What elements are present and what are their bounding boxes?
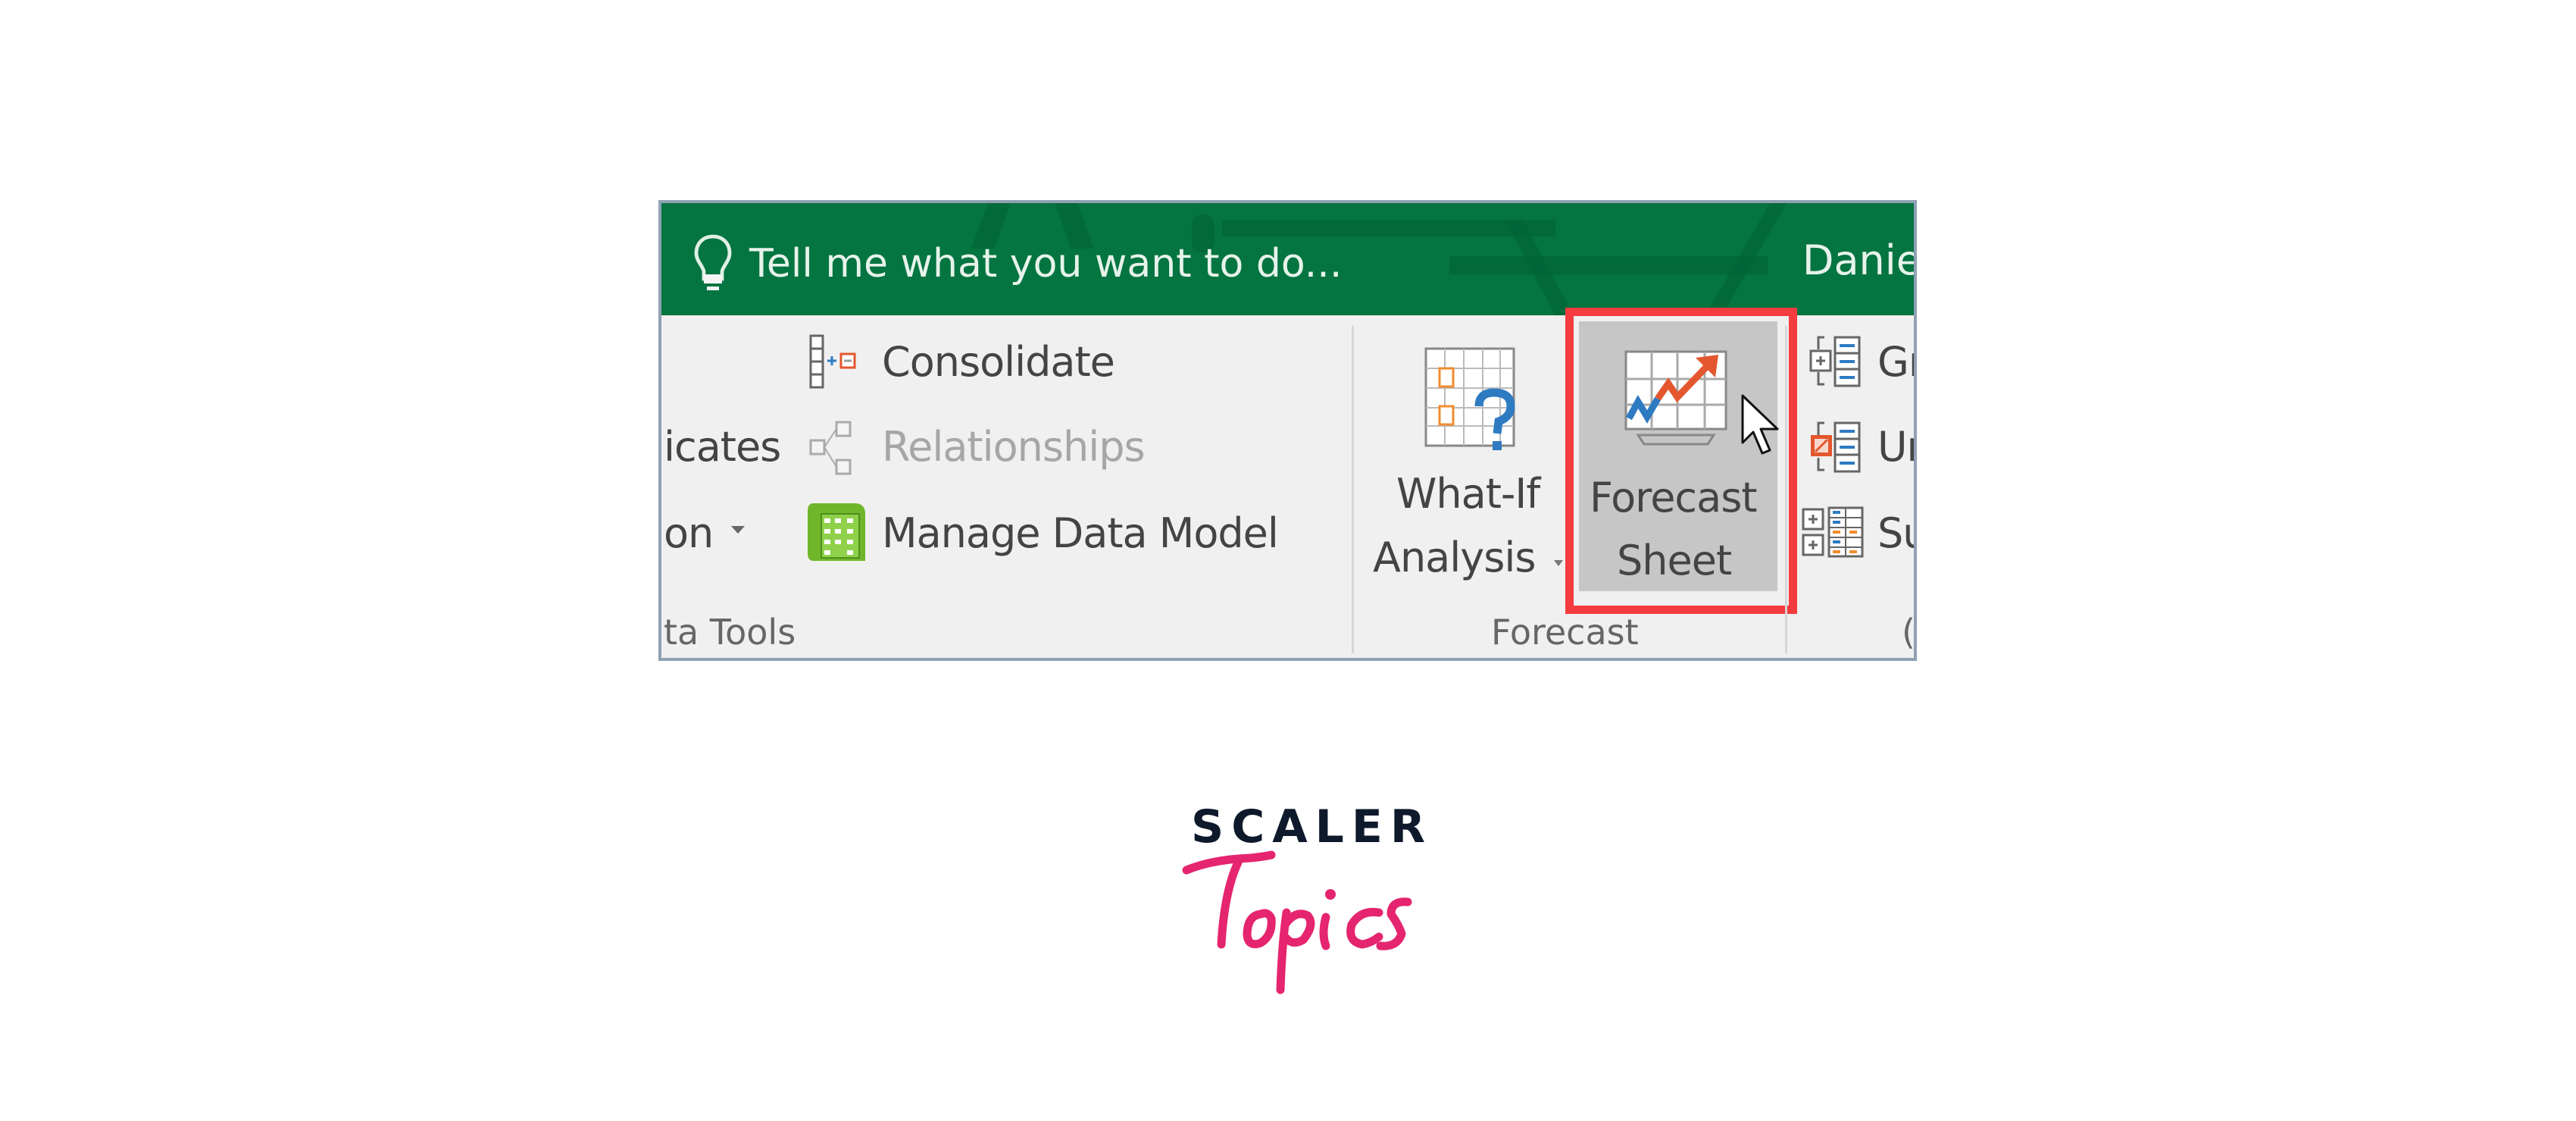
relationships-icon — [809, 421, 852, 475]
what-if-analysis-icon[interactable] — [1424, 347, 1530, 458]
logo-topics-script — [1182, 850, 1412, 994]
consolidate-button[interactable]: Consolidate — [882, 338, 1115, 386]
tell-me-placeholder: Tell me what you want to do... — [749, 241, 1343, 287]
dropdown-arrow-icon[interactable] — [730, 524, 746, 535]
subtotal-icon — [1802, 506, 1864, 558]
data-validation-partial[interactable]: on — [664, 509, 714, 557]
dropdown-arrow-icon[interactable] — [1553, 558, 1564, 568]
group-separator — [1785, 326, 1787, 653]
ungroup-icon — [1811, 421, 1861, 473]
forecast-group-label: Forecast — [1491, 612, 1639, 653]
scaler-topics-logo: SCALER — [1182, 796, 1425, 994]
lightbulb-icon — [694, 234, 732, 290]
decorative-circuit — [1449, 256, 1768, 274]
highlight-annotation-box — [1565, 308, 1797, 614]
remove-duplicates-partial[interactable]: icates — [664, 423, 781, 471]
group-separator — [1352, 326, 1354, 653]
mouse-cursor-icon — [1741, 394, 1779, 455]
manage-data-model-button[interactable]: Manage Data Model — [882, 509, 1279, 557]
user-name[interactable]: Danie — [1802, 236, 1914, 284]
manage-data-model-icon — [808, 503, 865, 561]
consolidate-icon — [809, 334, 856, 389]
clip-mask — [1917, 189, 2068, 675]
tell-me-search[interactable]: Tell me what you want to do... — [693, 233, 1342, 294]
panel-right-border — [1914, 200, 1917, 661]
data-tools-group-label: ta Tools — [664, 612, 796, 653]
what-if-line1[interactable]: What-If — [1396, 470, 1540, 518]
what-if-line2[interactable]: Analysis — [1373, 534, 1536, 581]
group-icon — [1809, 336, 1861, 387]
relationships-button[interactable]: Relationships — [882, 423, 1146, 471]
tell-me-bar: Tell me what you want to do... Danie — [661, 203, 1914, 315]
